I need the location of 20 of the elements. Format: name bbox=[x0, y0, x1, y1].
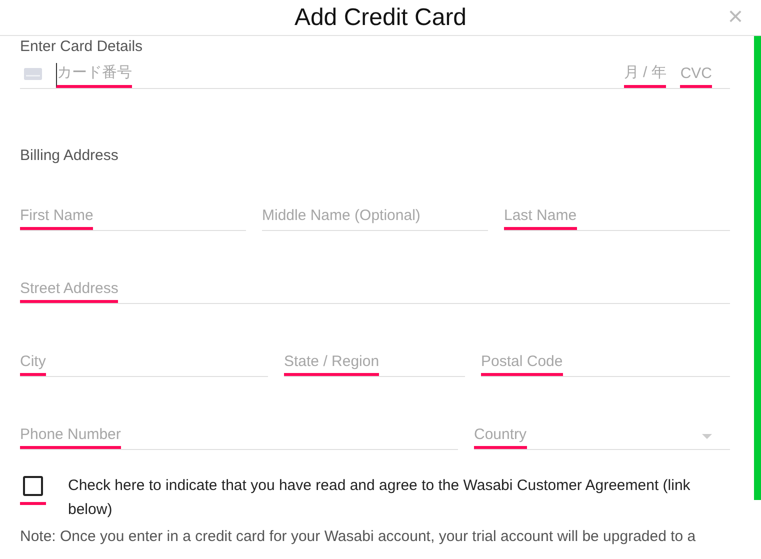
section-heading: Billing Address bbox=[20, 147, 120, 164]
country-dropdown[interactable]: Country bbox=[474, 421, 730, 450]
input-field[interactable]: First Name bbox=[20, 202, 246, 231]
input-field[interactable]: Phone Number bbox=[20, 421, 458, 450]
note-text: Note: Once you enter in a credit card for your Wasabi account, your trial account will be upgraded to a bbox=[20, 528, 697, 545]
dropdown-caret-icon bbox=[702, 434, 712, 439]
close-button[interactable]: × bbox=[724, 2, 747, 30]
scrollbar[interactable] bbox=[754, 36, 761, 500]
agreement-checkbox[interactable] bbox=[23, 476, 43, 496]
agreement-label: Check here to indicate that you have read and agree to the Wasabi Customer Agreement (link below) bbox=[68, 476, 692, 520]
credit-card-icon bbox=[24, 68, 42, 80]
dialog-title: Add Credit Card bbox=[294, 4, 467, 32]
section-heading: Enter Card Details bbox=[20, 38, 144, 55]
card-input-field[interactable]: カード番号 月 / 年 CVC bbox=[20, 55, 730, 89]
input-field[interactable]: City bbox=[20, 348, 268, 377]
input-field[interactable]: State / Region bbox=[284, 348, 465, 377]
input-field[interactable]: Postal Code bbox=[481, 348, 730, 377]
input-field[interactable]: Last Name bbox=[504, 202, 730, 231]
input-field[interactable]: Middle Name (Optional) bbox=[262, 202, 488, 231]
input-field[interactable]: Street Address bbox=[20, 275, 730, 304]
